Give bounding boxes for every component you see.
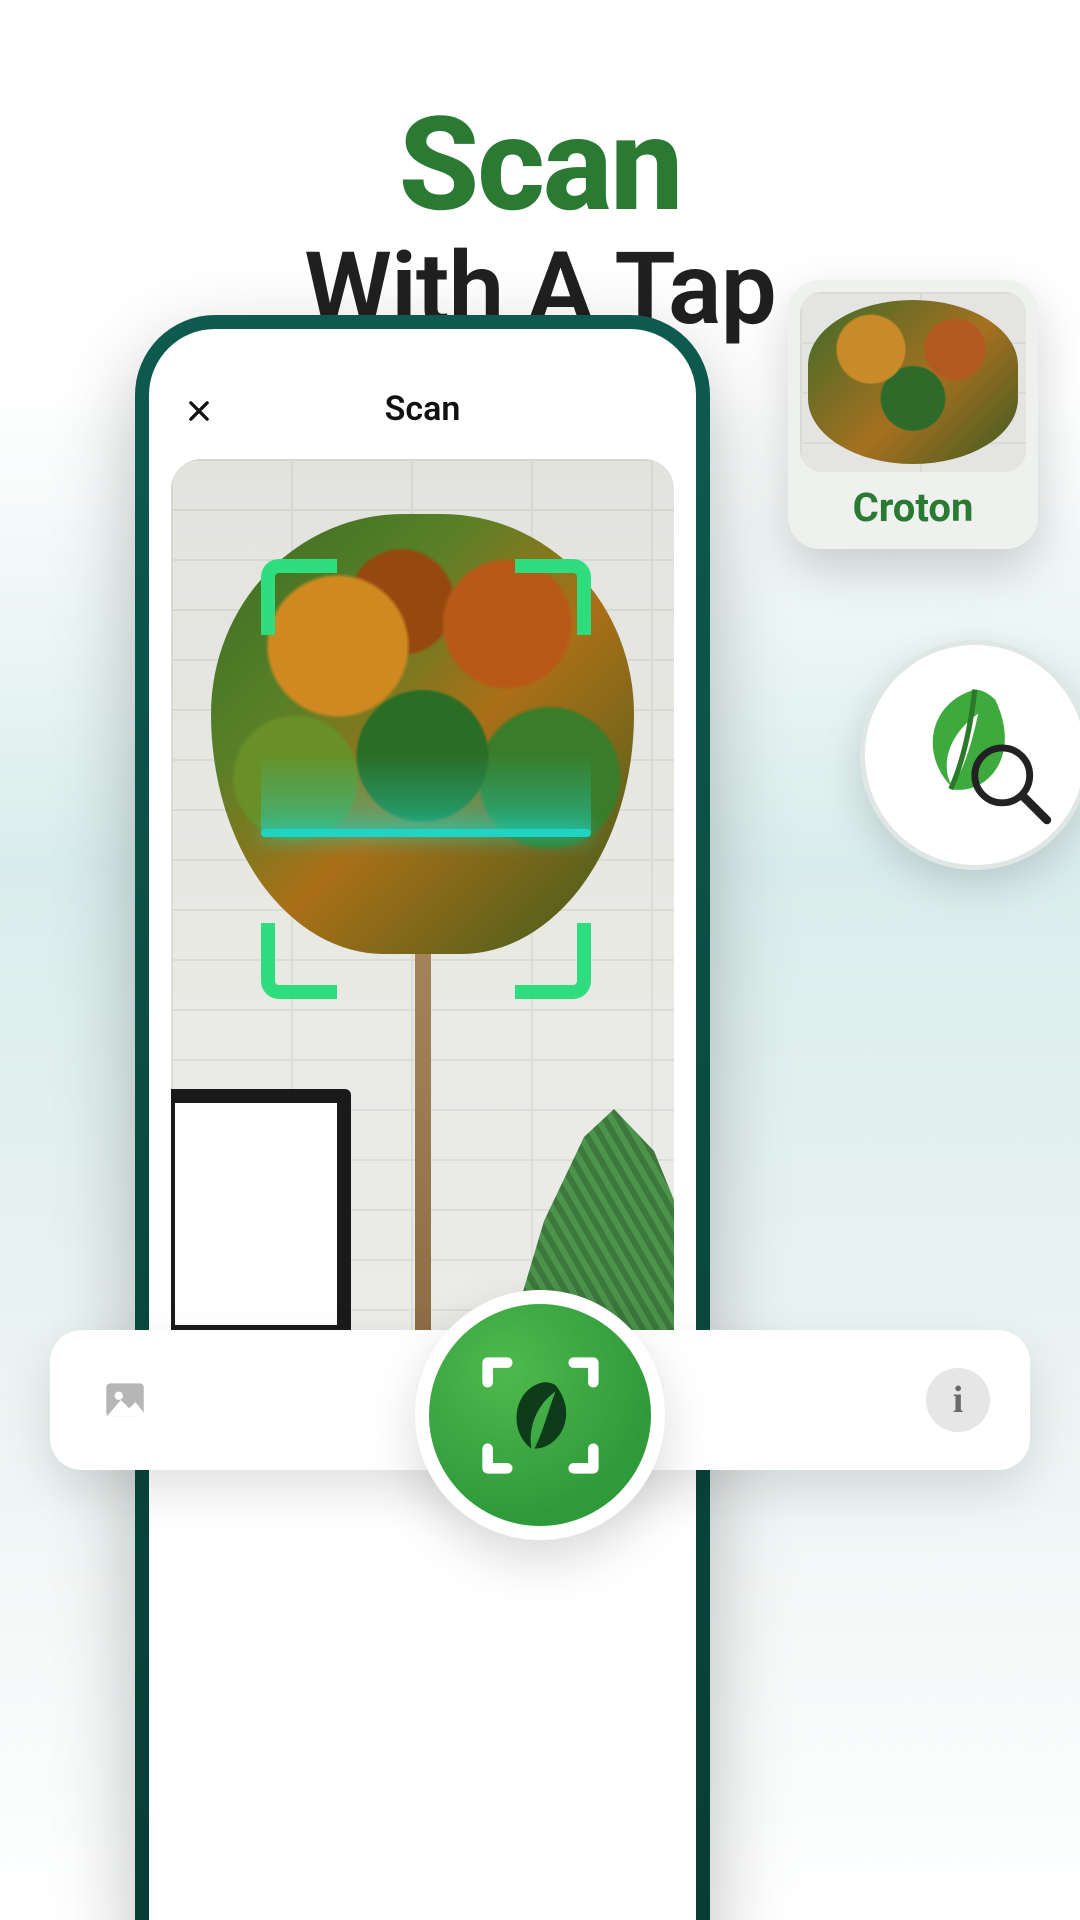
camera-viewport[interactable] xyxy=(171,459,674,1379)
phone-screen: Scan xyxy=(149,329,696,1920)
capture-button[interactable] xyxy=(415,1290,665,1540)
leaf-identify-badge[interactable] xyxy=(860,640,1080,870)
result-thumbnail xyxy=(800,292,1026,472)
scan-corner-bl xyxy=(261,923,337,999)
close-button[interactable] xyxy=(179,391,219,431)
phone-mockup: Scan xyxy=(135,315,710,1920)
info-icon: i xyxy=(953,1378,964,1422)
scan-corner-tl xyxy=(261,559,337,635)
leaf-search-icon xyxy=(889,669,1061,841)
leaf-scan-icon xyxy=(465,1340,616,1491)
gallery-button[interactable] xyxy=(90,1365,160,1435)
scan-corner-tr xyxy=(515,559,591,635)
scan-result-card[interactable]: Croton xyxy=(788,280,1038,549)
close-icon xyxy=(185,397,213,425)
hero-title-line1: Scan xyxy=(0,100,1080,230)
monitor-decoration xyxy=(171,1089,351,1339)
scan-topbar: Scan xyxy=(149,329,696,449)
scan-glow xyxy=(261,754,591,834)
result-plant-name: Croton xyxy=(800,472,1026,537)
info-button[interactable]: i xyxy=(926,1368,990,1432)
scan-laser-line xyxy=(261,829,591,837)
scan-corner-br xyxy=(515,923,591,999)
capture-button-inner xyxy=(429,1304,651,1526)
scan-frame xyxy=(261,559,591,999)
topbar-title: Scan xyxy=(385,389,461,429)
gallery-icon xyxy=(100,1375,150,1425)
